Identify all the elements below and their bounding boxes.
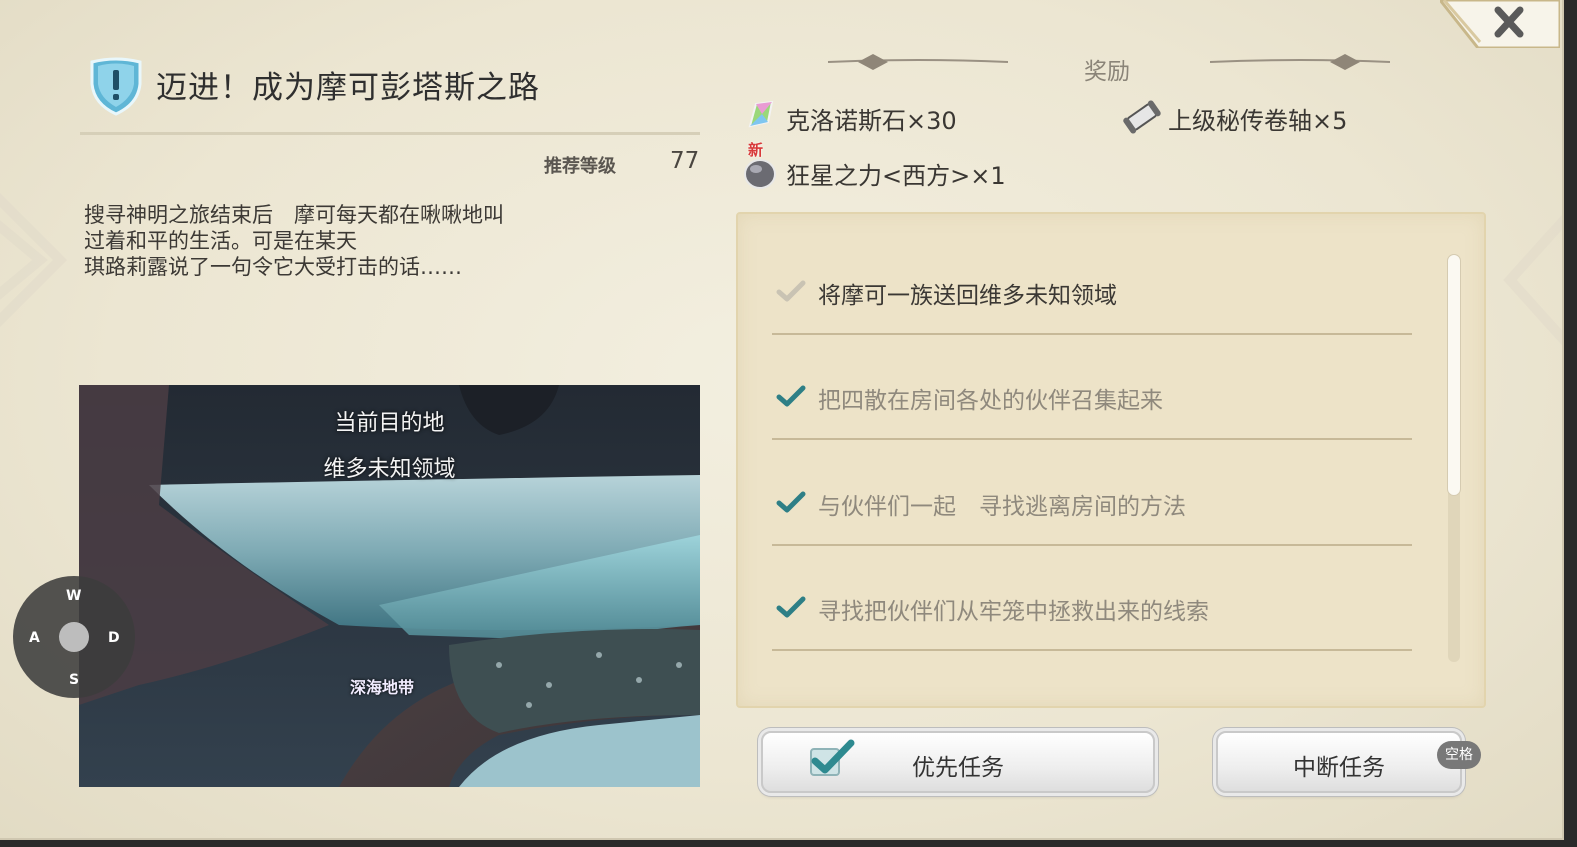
dpad-up-key[interactable]: W <box>66 588 81 604</box>
quest-description: 搜寻神明之旅结束后 摩可每天都在啾啾地叫 过着和平的生活。可是在某天 琪路莉露说… <box>84 202 504 280</box>
dpad-center <box>59 622 89 652</box>
rewards-header: 奖励 <box>1084 59 1130 85</box>
destination-label: 当前目的地 <box>334 411 445 436</box>
abort-key-hint: 空格 <box>1437 741 1481 769</box>
check-icon <box>776 596 806 618</box>
description-line: 琪路莉露说了一句令它大受打击的话…… <box>84 255 462 279</box>
objectives-scrollbar-thumb[interactable] <box>1447 254 1461 496</box>
recommended-level-label: 推荐等级 <box>544 156 616 177</box>
priority-quest-button[interactable]: 优先任务 <box>761 731 1155 793</box>
objective-text: 与伙伴们一起 寻找逃离房间的方法 <box>818 494 1186 520</box>
reward-item: 克洛诺斯石×30 <box>786 107 957 135</box>
map-image <box>79 385 700 787</box>
objective-text: 寻找把伙伴们从牢笼中拯救出来的线索 <box>818 599 1209 625</box>
quest-shield-icon <box>90 57 142 116</box>
scroll-icon <box>1123 100 1161 134</box>
destination-name: 维多未知领域 <box>323 457 456 482</box>
dpad-left-key[interactable]: A <box>29 630 40 646</box>
objective-item[interactable]: 寻找把伙伴们从牢笼中拯救出来的线索 <box>772 546 1412 651</box>
chronos-stone-icon <box>748 100 774 128</box>
objective-item[interactable]: 将摩可一族送回维多未知领域 <box>772 230 1412 335</box>
star-stone-icon <box>744 159 776 189</box>
reward-item: 上级秘传卷轴×5 <box>1168 107 1348 135</box>
check-icon <box>776 385 806 407</box>
objective-item[interactable]: 把四散在房间各处的伙伴召集起来 <box>772 335 1412 440</box>
description-line: 搜寻神明之旅结束后 摩可每天都在啾啾地叫 <box>84 203 504 227</box>
objective-text: 将摩可一族送回维多未知领域 <box>818 283 1117 309</box>
description-line: 过着和平的生活。可是在某天 <box>84 229 357 253</box>
abort-quest-label: 中断任务 <box>1293 755 1385 781</box>
check-icon <box>776 491 806 513</box>
objective-divider <box>772 438 1412 440</box>
destination-map[interactable]: 当前目的地 维多未知领域 <box>79 385 700 787</box>
map-zone-label: 深海地带 <box>350 678 415 697</box>
title-divider <box>80 132 700 135</box>
priority-quest-label: 优先任务 <box>912 755 1004 781</box>
objective-divider <box>772 649 1412 651</box>
quest-title: 迈进！成为摩可彭塔斯之路 <box>156 70 540 106</box>
objective-item[interactable]: 与伙伴们一起 寻找逃离房间的方法 <box>772 441 1412 546</box>
close-icon <box>1438 0 1562 50</box>
dpad-right-key[interactable]: D <box>108 630 120 646</box>
close-button[interactable] <box>1438 0 1562 50</box>
check-icon <box>776 280 806 302</box>
objective-text: 把四散在房间各处的伙伴召集起来 <box>818 388 1163 414</box>
new-badge: 新 <box>748 141 764 159</box>
dpad-down-key[interactable]: S <box>69 672 79 688</box>
abort-quest-button[interactable]: 中断任务 <box>1216 731 1462 793</box>
reward-item: 狂星之力<西方>×1 <box>786 162 1006 190</box>
movement-dpad[interactable]: W A D S <box>13 576 135 698</box>
recommended-level-value: 77 <box>670 148 700 174</box>
